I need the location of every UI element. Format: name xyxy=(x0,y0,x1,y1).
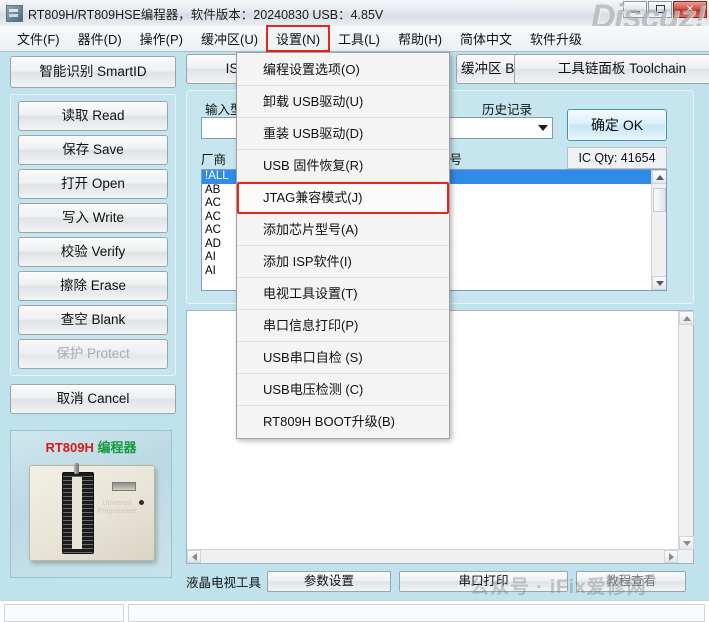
settings-dropdown-menu: 编程设置选项(O) 卸载 USB驱动(U) 重装 USB驱动(D) USB 固件… xyxy=(236,52,450,439)
history-label: 历史记录 xyxy=(482,103,533,117)
menu-settings[interactable]: 设置(N) xyxy=(266,25,331,52)
outer-status-strip xyxy=(0,600,709,622)
content-vertical-scrollbar[interactable] xyxy=(678,311,694,550)
bottom-toolbar: 液晶电视工具 参数设置 串口打印 教程查看 xyxy=(186,568,694,594)
device-photo: RT809H 编程器 xyxy=(10,430,172,578)
tutorial-view-button[interactable]: 教程查看 xyxy=(576,570,686,592)
write-button[interactable]: 写入 Write xyxy=(18,203,168,233)
content-scroll-down-icon[interactable] xyxy=(679,536,694,550)
device-model-text: RT809H xyxy=(45,440,94,455)
menu-item-jtag-compat-mode[interactable]: JTAG兼容模式(J) xyxy=(237,182,449,214)
menu-item-usb-voltage-detect[interactable]: USB电压检测 (C) xyxy=(237,374,449,406)
status-field-right xyxy=(128,604,705,622)
device-body xyxy=(29,463,155,561)
zif-socket-icon xyxy=(62,463,94,554)
scroll-down-arrow-icon[interactable] xyxy=(652,276,666,290)
scroll-up-arrow-icon[interactable] xyxy=(652,170,666,184)
save-button[interactable]: 保存 Save xyxy=(18,135,168,165)
menu-buffer[interactable]: 缓冲区(U) xyxy=(192,26,267,51)
open-button[interactable]: 打开 Open xyxy=(18,169,168,199)
menu-file[interactable]: 文件(F) xyxy=(8,26,69,51)
device-slot-icon xyxy=(112,482,136,491)
sidebar: 智能识别 SmartID 读取 Read 保存 Save 打开 Open 写入 … xyxy=(10,56,176,578)
menu-tools[interactable]: 工具(L) xyxy=(329,26,389,51)
menu-language[interactable]: 简体中文 xyxy=(451,26,521,51)
menu-item-uninstall-usb-driver[interactable]: 卸载 USB驱动(U) xyxy=(237,86,449,118)
operation-button-group: 读取 Read 保存 Save 打开 Open 写入 Write 校验 Veri… xyxy=(10,94,176,376)
blank-check-button[interactable]: 查空 Blank xyxy=(18,305,168,335)
device-type-text: 编程器 xyxy=(97,440,137,455)
menu-item-reinstall-usb-driver[interactable]: 重装 USB驱动(D) xyxy=(237,118,449,150)
listbox-vertical-scrollbar[interactable] xyxy=(651,170,666,290)
history-combobox[interactable] xyxy=(439,117,553,139)
close-button[interactable]: ✕ xyxy=(673,1,707,18)
application-window: RT809H/RT809HSE编程器，软件版本：20240830 USB：4.8… xyxy=(0,0,709,622)
menu-item-add-isp-software[interactable]: 添加 ISP软件(I) xyxy=(237,246,449,278)
parameter-settings-button[interactable]: 参数设置 xyxy=(267,570,391,592)
scroll-right-arrow-icon[interactable] xyxy=(664,550,678,563)
smart-id-button[interactable]: 智能识别 SmartID xyxy=(10,56,176,88)
minimize-button[interactable] xyxy=(623,1,647,18)
window-controls: ✕ xyxy=(623,1,707,18)
tv-tool-label: 液晶电视工具 xyxy=(186,575,262,590)
scrollbar-thumb[interactable] xyxy=(653,188,666,212)
ok-button[interactable]: 确定 OK xyxy=(567,109,667,141)
scroll-left-arrow-icon[interactable] xyxy=(187,550,201,563)
chevron-down-icon xyxy=(538,125,548,131)
title-bar: RT809H/RT809HSE编程器，软件版本：20240830 USB：4.8… xyxy=(0,0,709,36)
menu-item-usb-firmware-recovery[interactable]: USB 固件恢复(R) xyxy=(237,150,449,182)
menu-item-boot-upgrade[interactable]: RT809H BOOT升级(B) xyxy=(237,406,449,437)
read-button[interactable]: 读取 Read xyxy=(18,101,168,131)
device-photo-title: RT809H 编程器 xyxy=(11,437,171,456)
protect-button: 保护 Protect xyxy=(18,339,168,369)
content-horizontal-scrollbar[interactable] xyxy=(187,549,693,563)
maximize-button[interactable] xyxy=(648,1,672,18)
menu-software-update[interactable]: 软件升级 xyxy=(521,26,591,51)
erase-button[interactable]: 擦除 Erase xyxy=(18,271,168,301)
verify-button[interactable]: 校验 Verify xyxy=(18,237,168,267)
menu-item-programming-options[interactable]: 编程设置选项(O) xyxy=(237,54,449,86)
serial-print-button[interactable]: 串口打印 xyxy=(398,570,569,592)
app-icon xyxy=(6,4,23,22)
device-led-icon xyxy=(139,500,144,505)
window-title: RT809H/RT809HSE编程器，软件版本：20240830 USB：4.8… xyxy=(28,7,384,22)
menu-bar: 文件(F) 器件(D) 操作(P) 缓冲区(U) 设置(N) 工具(L) 帮助(… xyxy=(0,25,709,52)
ic-quantity-label: IC Qty: 41654 xyxy=(567,147,667,169)
menu-help[interactable]: 帮助(H) xyxy=(389,26,451,51)
cancel-button[interactable]: 取消 Cancel xyxy=(10,384,176,414)
menu-item-usb-serial-selftest[interactable]: USB串口自检 (S) xyxy=(237,342,449,374)
manufacturer-label: 厂商 xyxy=(201,153,227,167)
content-scroll-up-icon[interactable] xyxy=(679,311,694,325)
menu-operation[interactable]: 操作(P) xyxy=(131,26,192,51)
toolchain-panel-button[interactable]: 工具链面板 Toolchain xyxy=(514,54,709,84)
menu-item-tv-tool-settings[interactable]: 电视工具设置(T) xyxy=(237,278,449,310)
menu-item-add-chip-model[interactable]: 添加芯片型号(A) xyxy=(237,214,449,246)
menu-device[interactable]: 器件(D) xyxy=(69,26,131,51)
menu-item-serial-info-print[interactable]: 串口信息打印(P) xyxy=(237,310,449,342)
status-field-left xyxy=(4,604,124,622)
